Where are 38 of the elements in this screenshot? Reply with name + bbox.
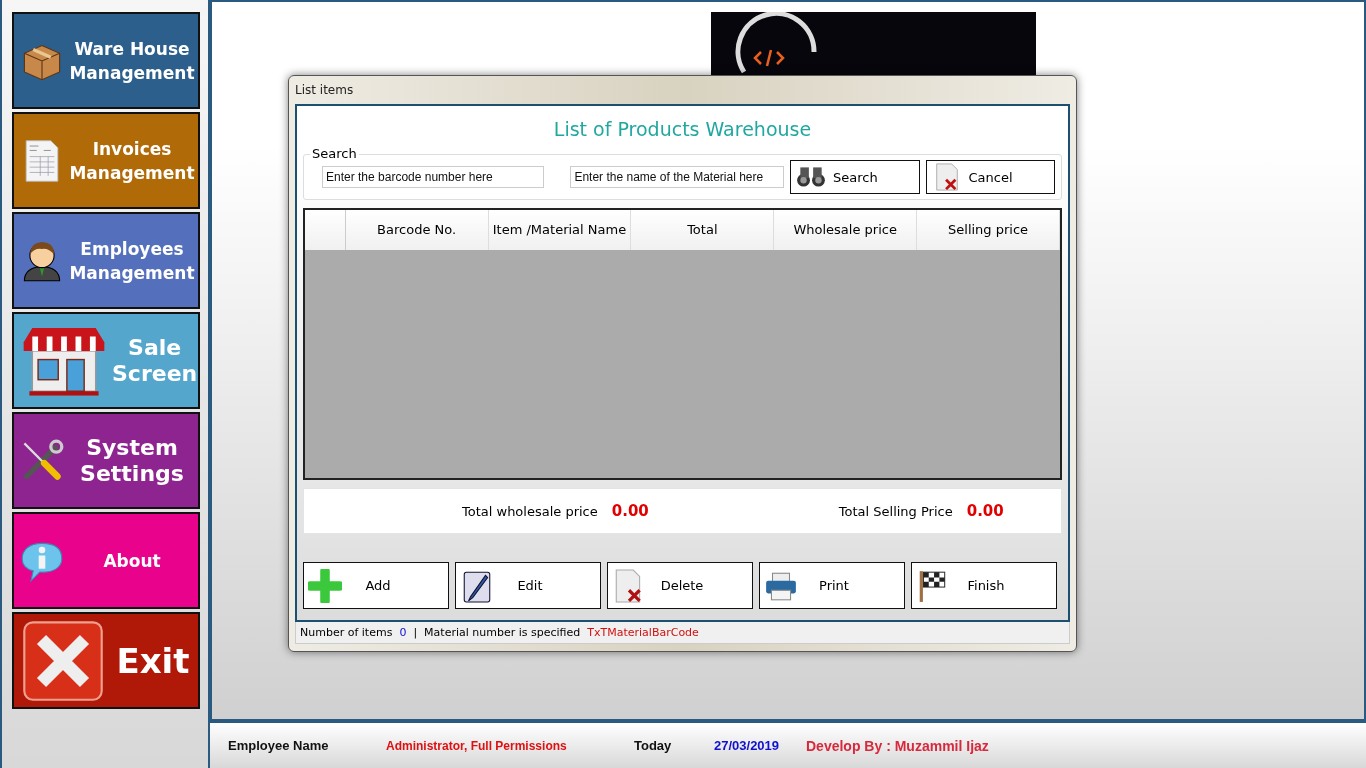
exit-button[interactable]: Exit	[12, 612, 200, 709]
plus-icon	[308, 568, 342, 603]
employee-name-value: Administrator, Full Permissions	[386, 738, 568, 753]
dialog-title: List items	[295, 82, 355, 99]
employee-name-label: Employee Name	[228, 738, 330, 753]
total-value: 0.00	[611, 502, 649, 520]
material-name-field[interactable]: Enter the name of the Material here	[570, 166, 785, 188]
dialog-heading: List of Products Warehouse	[552, 118, 813, 140]
barcode-field[interactable]: Enter the barcode number here	[322, 166, 545, 188]
delete-button[interactable]: Delete	[607, 562, 753, 609]
today-label: Today	[634, 738, 673, 753]
date-value: 27/03/2019	[714, 738, 781, 753]
total-label: Total wholesale price	[462, 503, 598, 519]
menu-button[interactable]: Ware House Management	[12, 12, 200, 109]
search-button[interactable]: Search	[790, 160, 920, 194]
developer-credit: Develop By : Muzammil Ijaz	[806, 737, 989, 754]
column-header[interactable]: Barcode No.	[345, 210, 489, 250]
menu-button[interactable]: Invoices Management	[12, 112, 200, 209]
menu-button[interactable]: Employees Management	[12, 212, 200, 309]
material-label: Material number is specified	[424, 626, 581, 639]
finish-button[interactable]: Finish	[911, 562, 1057, 609]
cancel-button[interactable]: Cancel	[925, 160, 1055, 194]
search-legend: Search	[310, 146, 359, 161]
items-count-label: Number of items	[300, 626, 393, 639]
menu-button[interactable]: About	[12, 512, 200, 609]
menu-button[interactable]: System Settings	[12, 412, 200, 509]
material-value: TxTMaterialBarCode	[587, 626, 699, 639]
column-header[interactable]: Wholesale price	[774, 210, 918, 250]
total-label: Total Selling Price	[838, 503, 953, 519]
column-header[interactable]: Total	[631, 210, 775, 250]
items-count-value: 0	[399, 626, 407, 639]
column-header[interactable]: Selling price	[917, 210, 1060, 250]
column-header[interactable]: Item /Material Name	[488, 210, 632, 250]
separator-text: |	[413, 626, 418, 639]
total-value: 0.00	[966, 502, 1004, 520]
print-button[interactable]: Print	[759, 562, 905, 609]
add-button[interactable]: Add	[303, 562, 449, 609]
edit-button[interactable]: Edit	[455, 562, 601, 609]
